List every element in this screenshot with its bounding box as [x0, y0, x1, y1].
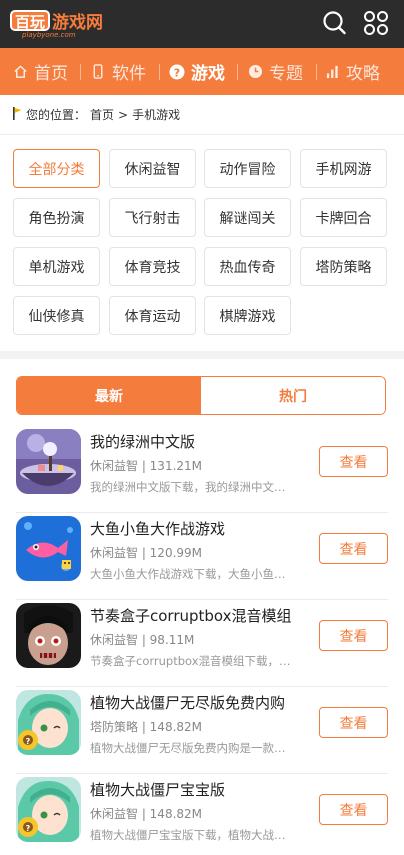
view-button[interactable]: 查看 — [319, 794, 388, 825]
category-item[interactable]: 休闲益智 — [109, 149, 196, 188]
game-title[interactable]: 节奏盒子corruptbox混音模组 — [90, 605, 292, 626]
game-thumbnail[interactable] — [16, 516, 81, 581]
phone-icon — [90, 64, 106, 80]
category-item[interactable]: 单机游戏 — [13, 247, 100, 286]
site-logo[interactable]: 百玩 游戏网 playbyone.com — [10, 9, 114, 41]
category-item[interactable]: 动作冒险 — [204, 149, 291, 188]
category-item[interactable]: 手机网游 — [300, 149, 387, 188]
game-meta: 休闲益智 | 120.99M — [90, 546, 203, 560]
nav-divider — [80, 64, 81, 80]
nav-label: 首页 — [34, 64, 68, 84]
game-title[interactable]: 我的绿洲中文版 — [90, 431, 195, 452]
game-meta: 塔防策略 | 148.82M — [90, 720, 203, 734]
game-description: 大鱼小鱼大作战游戏下载，大鱼小鱼大作战 — [90, 567, 296, 581]
game-thumbnail[interactable]: ? — [16, 777, 81, 842]
bar-chart-icon — [324, 64, 340, 80]
category-item[interactable]: 仙侠修真 — [13, 296, 100, 335]
category-all[interactable]: 全部分类 — [13, 149, 100, 188]
game-description: 节奏盒子corruptbox混音模组下载，节奏盒子 — [90, 654, 296, 668]
list-item[interactable]: 大鱼小鱼大作战游戏 休闲益智 | 120.99M 大鱼小鱼大作战游戏下载，大鱼小… — [16, 513, 388, 600]
tab-hot[interactable]: 热门 — [201, 377, 385, 414]
game-title[interactable]: 植物大战僵尸宝宝版 — [90, 779, 225, 800]
top-bar: 百玩 游戏网 playbyone.com — [0, 0, 404, 48]
breadcrumb-current: 手机游戏 — [132, 108, 181, 122]
nav-item-topics[interactable]: 专题 — [247, 48, 303, 95]
game-description: 植物大战僵尸宝宝版下载，植物大战僵尸宝宝版 — [90, 828, 296, 842]
category-item[interactable]: 塔防策略 — [300, 247, 387, 286]
list-item[interactable]: 节奏盒子corruptbox混音模组 休闲益智 | 98.11M 节奏盒子cor… — [16, 600, 388, 687]
list-item[interactable]: ? 植物大战僵尸宝宝版 休闲益智 | 148.82M 植物大战僵尸宝宝版下载，植… — [16, 774, 388, 855]
category-item[interactable]: 卡牌回合 — [300, 198, 387, 237]
search-icon[interactable] — [320, 9, 348, 37]
home-icon — [12, 64, 28, 80]
nav-item-guides[interactable]: 攻略 — [324, 48, 380, 95]
game-meta: 休闲益智 | 148.82M — [90, 807, 203, 821]
category-item[interactable]: 角色扮演 — [13, 198, 100, 237]
game-meta: 休闲益智 | 98.11M — [90, 633, 195, 647]
main-nav: 首页 软件 ? 游戏 专题 攻略 — [0, 48, 404, 95]
list-item[interactable]: ? 植物大战僵尸无尽版免费内购 塔防策略 | 148.82M 植物大战僵尸无尽版… — [16, 687, 388, 774]
clock-icon — [247, 64, 263, 80]
nav-item-games[interactable]: ? 游戏 — [169, 48, 225, 95]
breadcrumb: 您的位置： 首页 > 手机游戏 — [0, 95, 404, 135]
svg-text:?: ? — [26, 824, 31, 833]
nav-divider — [159, 64, 160, 80]
svg-text:?: ? — [26, 737, 31, 746]
logo-text: 游戏网 — [52, 12, 104, 33]
game-thumbnail[interactable] — [16, 603, 81, 668]
game-title[interactable]: 大鱼小鱼大作战游戏 — [90, 518, 225, 539]
nav-divider — [237, 64, 238, 80]
nav-label: 游戏 — [191, 64, 225, 84]
nav-label: 专题 — [269, 64, 303, 84]
list-item[interactable]: 我的绿洲中文版 休闲益智 | 131.21M 我的绿洲中文版下载，我的绿洲中文版… — [16, 426, 388, 513]
breadcrumb-prefix: 您的位置： — [26, 108, 87, 122]
nav-item-home[interactable]: 首页 — [12, 48, 68, 95]
game-description: 我的绿洲中文版下载，我的绿洲中文版是一款 — [90, 480, 296, 494]
question-icon: ? — [169, 64, 185, 80]
view-button[interactable]: 查看 — [319, 446, 388, 477]
nav-label: 软件 — [112, 64, 146, 84]
category-item[interactable]: 热血传奇 — [204, 247, 291, 286]
game-title[interactable]: 植物大战僵尸无尽版免费内购 — [90, 692, 285, 713]
tab-latest[interactable]: 最新 — [17, 377, 201, 414]
game-thumbnail[interactable]: ? — [16, 690, 81, 755]
nav-label: 攻略 — [346, 64, 380, 84]
breadcrumb-separator: > — [118, 107, 129, 122]
sort-tabs: 最新 热门 — [16, 376, 386, 415]
svg-text:?: ? — [174, 66, 180, 79]
category-item[interactable]: 飞行射击 — [109, 198, 196, 237]
nav-item-software[interactable]: 软件 — [90, 48, 146, 95]
game-thumbnail[interactable] — [16, 429, 81, 494]
category-item[interactable]: 体育竞技 — [109, 247, 196, 286]
breadcrumb-home[interactable]: 首页 — [90, 106, 114, 123]
view-button[interactable]: 查看 — [319, 707, 388, 738]
category-item[interactable]: 棋牌游戏 — [204, 296, 291, 335]
game-description: 植物大战僵尸无尽版免费内购是一款植物大战 — [90, 741, 296, 755]
view-button[interactable]: 查看 — [319, 620, 388, 651]
apps-menu-icon[interactable] — [362, 9, 390, 37]
flag-icon — [13, 106, 22, 123]
game-meta: 休闲益智 | 131.21M — [90, 459, 203, 473]
logo-badge: 百玩 — [10, 9, 51, 31]
category-item[interactable]: 解谜闯关 — [204, 198, 291, 237]
category-item[interactable]: 体育运动 — [109, 296, 196, 335]
section-divider — [0, 351, 404, 359]
nav-divider — [316, 64, 317, 80]
view-button[interactable]: 查看 — [319, 533, 388, 564]
